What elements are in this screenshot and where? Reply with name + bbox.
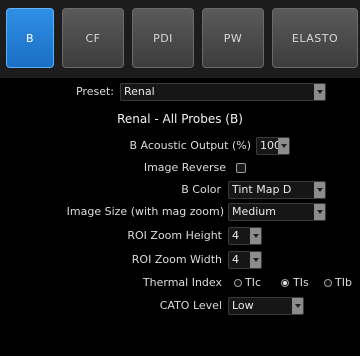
thermal-index-tis-label: TIs — [293, 276, 309, 289]
tab-elasto-mode[interactable]: ELASTO — [272, 8, 358, 68]
chevron-down-icon — [314, 84, 325, 100]
roi-zoom-height-label: ROI Zoom Height — [127, 229, 222, 242]
cato-level-label: CATO Level — [159, 299, 222, 312]
chevron-down-icon — [250, 252, 261, 268]
image-reverse-checkbox[interactable] — [236, 163, 246, 173]
thermal-index-tib-radio[interactable] — [324, 279, 332, 287]
b-color-label: B Color — [181, 183, 221, 196]
roi-zoom-height-value: 4 — [232, 229, 239, 242]
acoustic-output-row: B Acoustic Output (%) 100 — [0, 136, 360, 156]
roi-zoom-width-row: ROI Zoom Width 4 — [0, 250, 360, 270]
chevron-down-icon — [278, 138, 289, 154]
chevron-down-icon — [292, 298, 303, 314]
thermal-index-label: Thermal Index — [142, 276, 222, 289]
mode-tab-bar: B CF PDI PW ELASTO — [0, 0, 360, 78]
chevron-down-icon — [250, 228, 261, 244]
chevron-down-icon — [314, 204, 325, 220]
thermal-index-tic-label: TIc — [245, 276, 262, 289]
chevron-down-icon — [314, 182, 325, 198]
preset-label: Preset: — [75, 85, 114, 98]
acoustic-output-label: B Acoustic Output (%) — [129, 139, 251, 152]
roi-zoom-width-label: ROI Zoom Width — [131, 253, 222, 266]
preset-value: Renal — [124, 85, 155, 98]
section-title: Renal - All Probes (B) — [117, 112, 243, 126]
cato-level-row: CATO Level Low — [0, 296, 360, 316]
image-size-row: Image Size (with mag zoom) Medium — [0, 202, 360, 222]
b-color-row: B Color Tint Map D — [0, 180, 360, 200]
thermal-index-row: Thermal Index TIc TIs TIb — [0, 273, 360, 293]
tab-pw-mode[interactable]: PW — [202, 8, 264, 68]
settings-panel: Preset: Renal Renal - All Probes (B) B A… — [0, 78, 360, 356]
roi-zoom-width-select[interactable]: 4 — [228, 251, 262, 269]
cato-level-select[interactable]: Low — [228, 297, 304, 315]
tab-b-mode[interactable]: B — [6, 8, 54, 68]
tab-cf-mode[interactable]: CF — [62, 8, 124, 68]
image-size-select[interactable]: Medium — [228, 203, 326, 221]
b-color-select[interactable]: Tint Map D — [228, 181, 326, 199]
thermal-index-tic-radio[interactable] — [234, 279, 242, 287]
thermal-index-tib-label: TIb — [335, 276, 352, 289]
roi-zoom-height-row: ROI Zoom Height 4 — [0, 226, 360, 246]
image-size-label: Image Size (with mag zoom) — [66, 205, 224, 218]
preset-select[interactable]: Renal — [120, 83, 326, 101]
cato-level-value: Low — [232, 299, 254, 312]
roi-zoom-width-value: 4 — [232, 253, 239, 266]
image-reverse-label: Image Reverse — [143, 161, 226, 174]
acoustic-output-select[interactable]: 100 — [256, 137, 290, 155]
roi-zoom-height-select[interactable]: 4 — [228, 227, 262, 245]
image-reverse-row: Image Reverse — [0, 158, 360, 178]
thermal-index-tis-radio[interactable] — [281, 279, 289, 287]
b-color-value: Tint Map D — [232, 183, 292, 196]
preset-row: Preset: Renal — [0, 82, 360, 102]
tab-pdi-mode[interactable]: PDI — [132, 8, 194, 68]
image-size-value: Medium — [232, 205, 276, 218]
